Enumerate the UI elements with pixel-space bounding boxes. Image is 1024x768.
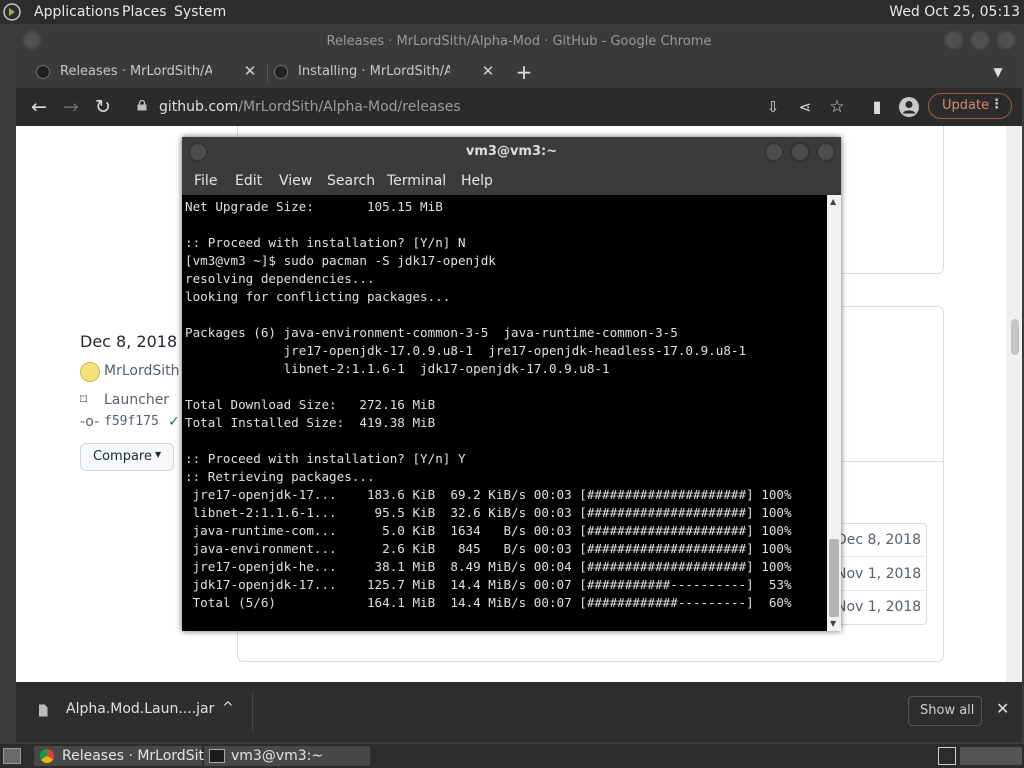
asset-date: Nov 1, 2018	[836, 566, 922, 582]
more-menu-icon[interactable]: ⋮	[990, 97, 1003, 112]
show-all-label: Show all	[920, 703, 975, 718]
commit-sha: f59f175	[104, 414, 159, 429]
author-avatar	[80, 362, 100, 382]
close-tab-icon[interactable]: ✕	[480, 63, 496, 79]
menu-terminal[interactable]: Terminal	[387, 173, 446, 189]
install-app-icon[interactable]: ⇩	[762, 96, 784, 118]
tab-label: Installing · MrLordSith/Alpha-Mod	[298, 64, 450, 79]
terminal-maximize-button[interactable]	[790, 142, 810, 162]
task-label: vm3@vm3:~	[231, 748, 324, 764]
github-favicon-icon	[274, 65, 288, 79]
share-icon[interactable]: ⋖	[794, 96, 816, 118]
terminal-minimize-button[interactable]	[764, 142, 784, 162]
profile-avatar-icon[interactable]	[898, 96, 920, 118]
tab-strip: Releases · MrLordSith/Alpha-Mod ✕ Instal…	[16, 56, 1022, 88]
menu-edit[interactable]: Edit	[235, 173, 262, 189]
forward-arrow-icon[interactable]: →	[60, 96, 82, 118]
scroll-up-arrow-icon[interactable]: ▲	[830, 197, 836, 206]
workspace-switcher-icon[interactable]	[938, 747, 956, 765]
asset-date: Dec 8, 2018	[836, 532, 921, 548]
clock[interactable]: Wed Oct 25, 05:13	[889, 4, 1020, 20]
compare-label: Compare	[93, 449, 152, 464]
url-text: github.com/MrLordSith/Alpha-Mod/releases	[159, 99, 461, 115]
minimize-button[interactable]	[944, 30, 964, 50]
terminal-icon	[209, 749, 225, 763]
terminal-scroll-thumb[interactable]	[829, 539, 839, 617]
task-chrome[interactable]: Releases · MrLordSit...	[34, 746, 217, 766]
tab-installing[interactable]: Installing · MrLordSith/Alpha-Mod ✕	[254, 56, 504, 88]
task-terminal[interactable]: vm3@vm3:~	[204, 746, 370, 766]
asset-date: Nov 1, 2018	[836, 599, 922, 615]
bookmark-star-icon[interactable]: ☆	[826, 96, 848, 118]
terminal-window: vm3@vm3:~ File Edit View Search Terminal…	[182, 137, 841, 631]
scroll-thumb[interactable]	[1011, 319, 1019, 355]
commit-icon: -o-	[80, 414, 100, 430]
compare-button[interactable]: Compare ▼	[80, 443, 174, 471]
terminal-scrollbar[interactable]: ▲ ▼	[827, 195, 841, 631]
caret-down-icon: ▼	[155, 450, 162, 459]
url-path: /MrLordSith/Alpha-Mod/releases	[238, 99, 461, 115]
applications-menu[interactable]: Applications	[34, 4, 120, 20]
workspace-switcher[interactable]	[960, 747, 1022, 765]
show-all-button[interactable]: Show all	[908, 696, 982, 726]
tab-label: Releases · MrLordSith/Alpha-Mod	[60, 64, 212, 79]
terminal-titlebar[interactable]: vm3@vm3:~	[182, 137, 841, 167]
show-desktop-icon[interactable]	[3, 748, 21, 764]
menu-help[interactable]: Help	[461, 173, 493, 189]
release-date: Dec 8, 2018	[80, 332, 178, 351]
github-favicon-icon	[36, 65, 50, 79]
asset-row[interactable]: Dec 8, 2018	[836, 524, 924, 557]
close-downloads-icon[interactable]: ✕	[996, 699, 1009, 718]
divider	[252, 692, 253, 732]
window-titlebar[interactable]: Releases · MrLordSith/Alpha-Mod · GitHub…	[16, 26, 1022, 56]
browser-toolbar: ← → ↻ github.com/MrLordSith/Alpha-Mod/re…	[16, 88, 1022, 126]
scroll-down-arrow-icon[interactable]: ▼	[830, 619, 836, 628]
maximize-button[interactable]	[970, 30, 990, 50]
tag-icon: ⌑	[80, 392, 88, 408]
release-commit[interactable]: -o- f59f175 ✓	[80, 414, 190, 434]
system-menu[interactable]: System	[174, 4, 226, 20]
bottom-taskbar: Releases · MrLordSit... vm3@vm3:~	[0, 744, 1024, 768]
chevron-up-icon[interactable]: ^	[222, 700, 234, 716]
url-host: github.com	[159, 99, 239, 115]
asset-row[interactable]: Nov 1, 2018	[836, 558, 924, 591]
verified-check-icon: ✓	[168, 414, 180, 430]
tag-name: Launcher	[104, 392, 170, 408]
tab-releases[interactable]: Releases · MrLordSith/Alpha-Mod ✕	[16, 56, 266, 88]
new-tab-button[interactable]: +	[514, 62, 534, 82]
back-arrow-icon[interactable]: ←	[28, 96, 50, 118]
menu-file[interactable]: File	[194, 173, 217, 189]
menu-search[interactable]: Search	[327, 173, 375, 189]
terminal-menubar: File Edit View Search Terminal Help	[182, 167, 841, 195]
address-bar[interactable]: github.com/MrLordSith/Alpha-Mod/releases	[134, 92, 756, 122]
distro-logo-icon[interactable]	[3, 3, 21, 21]
menu-view[interactable]: View	[279, 173, 312, 189]
window-title: Releases · MrLordSith/Alpha-Mod · GitHub…	[326, 34, 712, 49]
assets-list: Dec 8, 2018 Nov 1, 2018 Nov 1, 2018	[835, 523, 927, 625]
author-name: MrLordSith	[104, 363, 180, 379]
chrome-icon	[40, 749, 54, 763]
release-author[interactable]: MrLordSith	[80, 362, 190, 384]
update-button[interactable]: Update ⋮	[928, 93, 1012, 119]
side-panel-icon[interactable]: ▮	[866, 96, 888, 118]
update-label: Update	[942, 98, 990, 113]
file-icon	[38, 704, 48, 717]
page-scrollbar[interactable]	[1006, 126, 1022, 682]
terminal-title: vm3@vm3:~	[465, 144, 558, 159]
download-filename[interactable]: Alpha.Mod.Laun....jar	[66, 701, 214, 717]
downloads-bar: Alpha.Mod.Laun....jar ^ Show all ✕	[16, 682, 1022, 742]
terminal-output[interactable]: Net Upgrade Size: 105.15 MiB :: Proceed …	[182, 195, 827, 631]
close-window-button[interactable]	[996, 30, 1016, 50]
terminal-close-button[interactable]	[816, 142, 836, 162]
task-label: Releases · MrLordSit...	[62, 748, 218, 764]
reload-icon[interactable]: ↻	[92, 96, 114, 118]
tab-search-chevron-icon[interactable]: ▼	[988, 62, 1008, 82]
places-menu[interactable]: Places	[122, 4, 167, 20]
release-tag[interactable]: ⌑ Launcher	[80, 392, 180, 412]
lock-icon[interactable]	[137, 100, 147, 111]
top-panel: Applications Places System Wed Oct 25, 0…	[0, 0, 1024, 24]
terminal-text: Net Upgrade Size: 105.15 MiB :: Proceed …	[185, 199, 792, 610]
asset-row[interactable]: Nov 1, 2018	[836, 591, 924, 623]
